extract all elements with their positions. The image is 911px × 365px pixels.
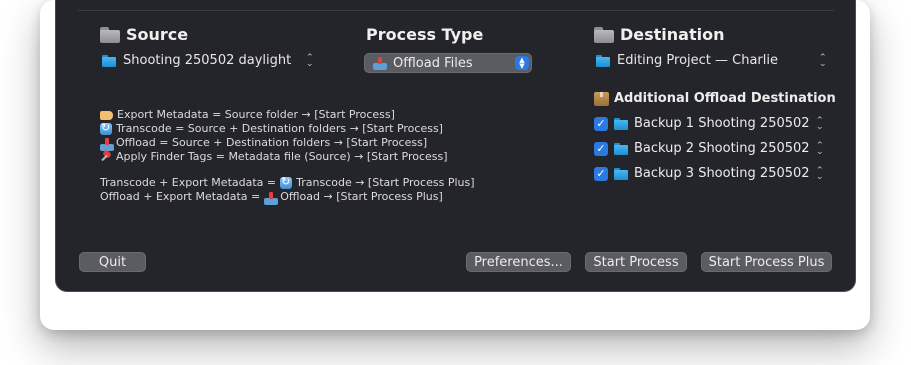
backup-label: Backup 2 Shooting 250502 (634, 141, 810, 156)
divider (78, 10, 834, 11)
backup-row[interactable]: ✓ Backup 3 Shooting 250502 ⌃ ⌄ (594, 166, 823, 181)
updown-chevron-icon: ⌃ ⌄ (818, 52, 827, 69)
additional-destination-label: Additional Offload Destination (614, 91, 836, 106)
info-line-export: Export Metadata = Source folder → [Start… (100, 108, 395, 122)
info-line-offload: Offload = Source + Destination folders →… (100, 136, 428, 151)
destination-heading-label: Destination (620, 25, 725, 44)
source-heading: Source (100, 25, 188, 44)
backup-checkbox[interactable]: ✓ (594, 141, 608, 156)
quit-button[interactable]: Quit (79, 252, 146, 272)
updown-chevron-icon: ⌃ ⌄ (815, 140, 824, 157)
additional-destination-heading: Additional Offload Destination (594, 91, 836, 106)
info-text: Offload = Source + Destination folders →… (116, 136, 428, 149)
info-text: Apply Finder Tags = Metadata file (Sourc… (116, 150, 448, 163)
inbox-tray-icon (373, 56, 387, 70)
folder-icon (102, 54, 116, 67)
info-text: Transcode + Export Metadata = (100, 176, 277, 189)
inbox-tray-icon (264, 191, 279, 205)
process-type-popup[interactable]: Offload Files ▲ ▼ (364, 53, 532, 73)
destination-popup[interactable]: Editing Project — Charlie ⌃ ⌄ (596, 53, 827, 68)
source-popup[interactable]: Shooting 250502 daylight ⌃ ⌄ (102, 53, 314, 68)
inbox-tray-icon (100, 137, 114, 151)
sync-icon (100, 121, 112, 135)
backup-row[interactable]: ✓ Backup 1 Shooting 250502 ⌃ ⌄ (594, 116, 823, 131)
backup-checkbox[interactable]: ✓ (594, 116, 608, 131)
package-icon (594, 91, 609, 106)
source-popup-value: Shooting 250502 daylight (123, 53, 292, 68)
app-window: Source Shooting 250502 daylight ⌃ ⌄ Proce… (55, 0, 856, 292)
source-heading-label: Source (126, 25, 189, 44)
process-heading-label: Process Type (366, 25, 484, 44)
backup-row[interactable]: ✓ Backup 2 Shooting 250502 ⌃ ⌄ (594, 141, 823, 156)
info-line-transcode: Transcode = Source + Destination folders… (100, 121, 443, 136)
folder-icon (596, 54, 610, 67)
updown-chevron-icon: ⌃ ⌄ (815, 165, 824, 182)
info-text: Offload + Export Metadata = (100, 190, 261, 203)
destination-popup-value: Editing Project — Charlie (617, 53, 779, 68)
process-heading: Process Type (366, 25, 483, 44)
info-combo-transcode: Transcode + Export Metadata = Transcode … (100, 175, 475, 190)
backup-label: Backup 1 Shooting 250502 (634, 116, 810, 131)
folder-icon (594, 26, 614, 43)
start-process-button[interactable]: Start Process (585, 252, 687, 272)
folder-icon (100, 26, 120, 43)
preferences-button[interactable]: Preferences... (466, 252, 571, 272)
backup-label: Backup 3 Shooting 250502 (634, 166, 810, 181)
info-text: Export Metadata = Source folder → [Start… (117, 108, 395, 121)
folder-icon (614, 167, 628, 180)
info-combo-offload: Offload + Export Metadata = Offload → [S… (100, 190, 443, 205)
updown-chevron-icon: ⌃ ⌄ (815, 115, 824, 132)
info-text: Transcode → [Start Process Plus] (296, 176, 475, 189)
tag-icon (100, 110, 113, 120)
info-text: Transcode = Source + Destination folders… (116, 122, 443, 135)
updown-chevron-icon: ⌃ ⌄ (305, 52, 315, 69)
sync-icon (280, 175, 293, 189)
folder-icon (614, 142, 628, 155)
info-line-tags: Apply Finder Tags = Metadata file (Sourc… (100, 150, 448, 164)
folder-icon (614, 117, 628, 130)
backup-checkbox[interactable]: ✓ (594, 166, 608, 181)
destination-heading: Destination (594, 25, 725, 44)
start-process-plus-button[interactable]: Start Process Plus (701, 252, 832, 272)
info-text: Offload → [Start Process Plus] (280, 190, 443, 203)
process-popup-value: Offload Files (393, 55, 473, 71)
pushpin-icon (100, 151, 112, 163)
updown-chevron-icon: ▲ ▼ (515, 56, 529, 70)
